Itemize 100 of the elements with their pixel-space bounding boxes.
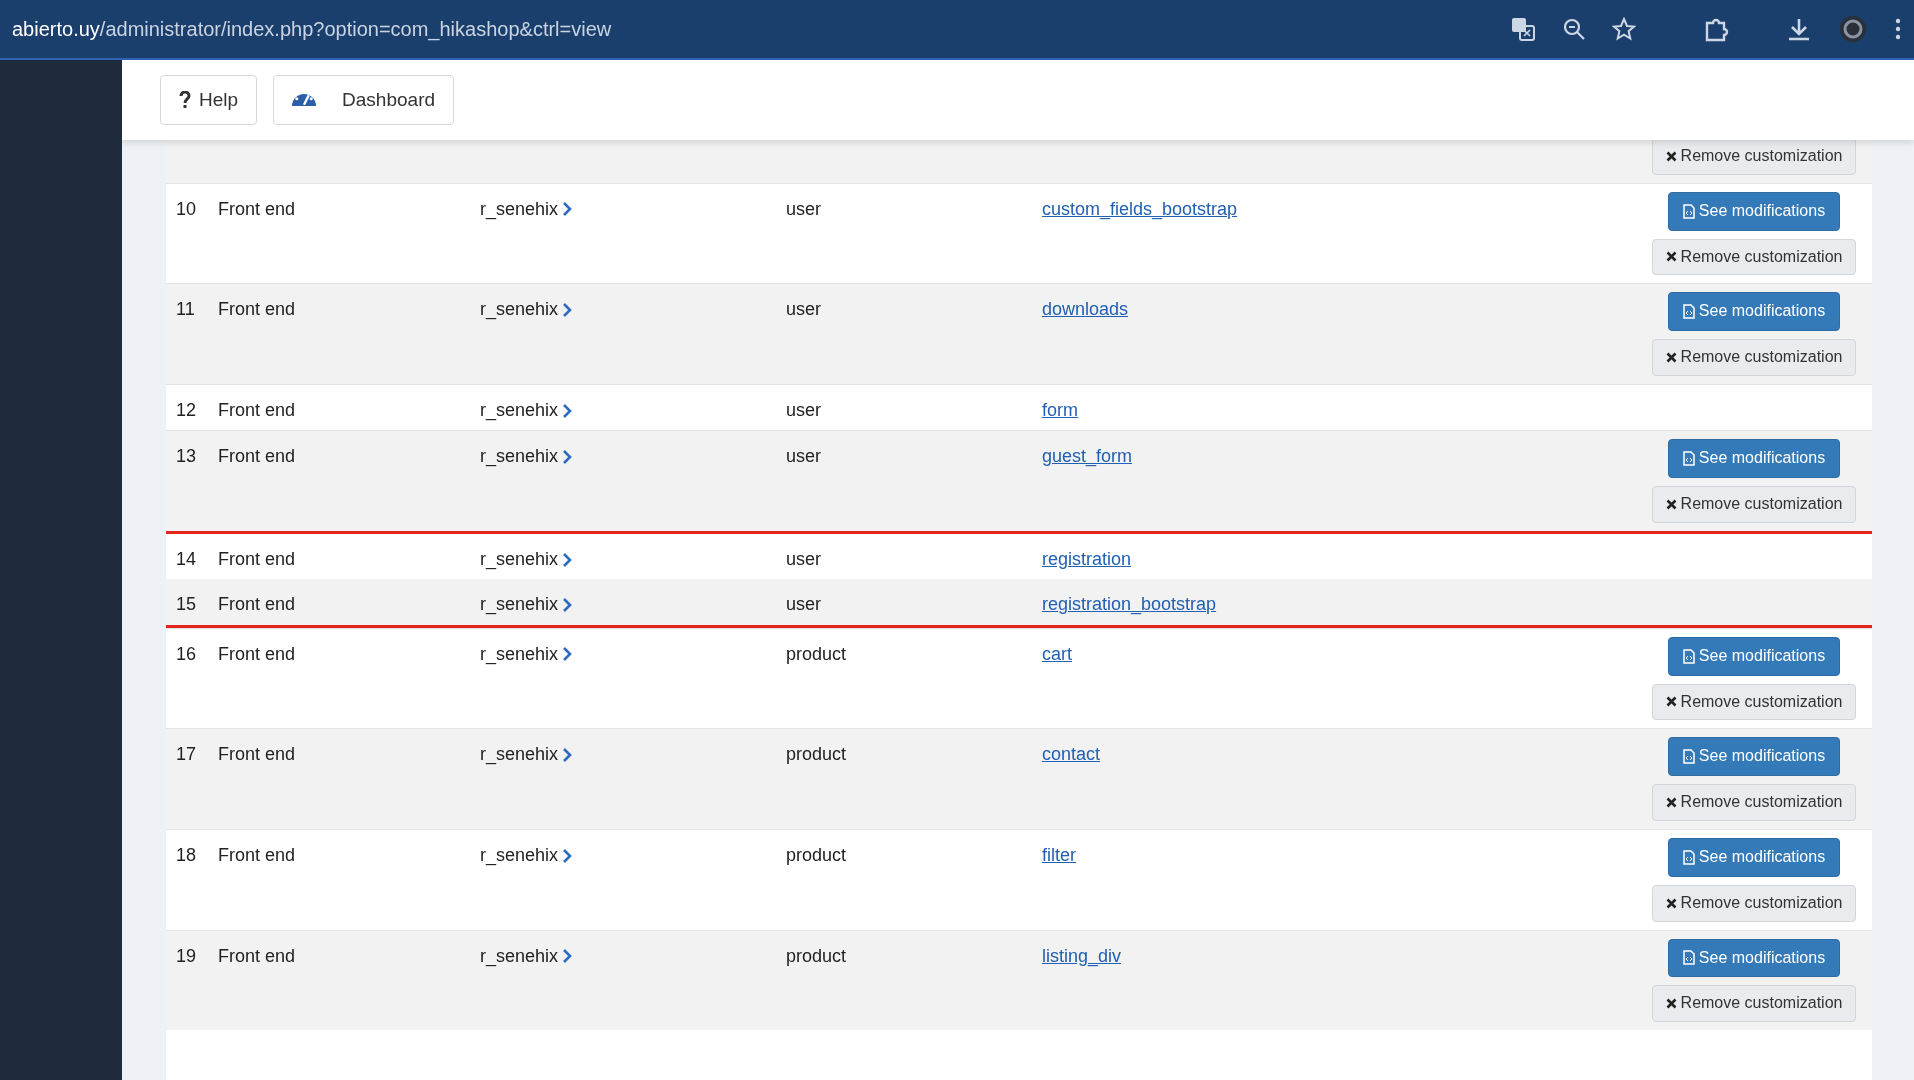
more-icon[interactable]: [1894, 17, 1902, 41]
chevron-right-icon[interactable]: [562, 747, 573, 764]
table-cell-text: Front end: [218, 944, 297, 968]
gauge-icon: [292, 94, 317, 106]
table-cell-text: product: [786, 843, 848, 867]
chevron-right-icon[interactable]: [562, 201, 573, 218]
table-cell-text: Front end: [218, 743, 297, 767]
row-number: 17: [175, 743, 198, 767]
file-link[interactable]: form: [1042, 400, 1078, 420]
table-cell: r_senehix: [480, 593, 559, 617]
chevron-right-icon[interactable]: [562, 646, 573, 663]
table-cell: r_senehix: [480, 944, 559, 968]
help-button[interactable]: Help: [160, 75, 258, 125]
see-modifications-button[interactable]: See modifications: [1667, 191, 1841, 231]
chevron-right-icon[interactable]: [562, 597, 573, 614]
close-icon: [1665, 998, 1677, 1010]
table-cell: r_senehix: [480, 197, 559, 222]
row-number: 11: [175, 298, 196, 322]
file-code-icon: [1682, 749, 1695, 765]
table-cell-text: Front end: [218, 593, 297, 617]
table-cell-text: user: [786, 445, 822, 469]
see-modifications-button[interactable]: See modifications: [1667, 292, 1841, 332]
file-link[interactable]: downloads: [1042, 299, 1129, 320]
question-mark-icon: [179, 91, 191, 109]
address-bar-url[interactable]: abierto.uy/administrator/index.php?option=com_hikashop&ctrl=view: [12, 14, 612, 44]
dashboard-button[interactable]: Dashboard: [273, 75, 455, 125]
see-modifications-button[interactable]: See modifications: [1667, 636, 1841, 676]
table-cell-text: Front end: [218, 843, 297, 867]
remove-customization-button[interactable]: Remove customization: [1651, 238, 1857, 276]
close-icon: [1665, 251, 1677, 263]
see-modifications-button[interactable]: See modifications: [1667, 439, 1841, 479]
chevron-right-icon[interactable]: [562, 402, 573, 419]
file-link[interactable]: custom_fields_bootstrap: [1042, 198, 1238, 219]
close-icon: [1665, 499, 1677, 511]
star-icon[interactable]: [1612, 17, 1636, 41]
table-cell-text: Front end: [218, 445, 297, 469]
remove-customization-button[interactable]: Remove customization: [1651, 486, 1857, 523]
row-number: 15: [175, 593, 198, 617]
file-code-icon: [1682, 950, 1695, 966]
table-cell-text: user: [786, 399, 822, 422]
file-code-icon: [1682, 451, 1695, 467]
table-cell-text: user: [786, 593, 822, 617]
close-icon: [1665, 150, 1677, 162]
table-cell-text: product: [786, 944, 848, 968]
file-code-icon: [1682, 849, 1695, 865]
table-cell: r_senehix: [480, 399, 559, 423]
zoom-icon[interactable]: [1562, 17, 1586, 41]
file-link[interactable]: cart: [1042, 643, 1072, 664]
table-cell-text: user: [786, 197, 822, 221]
table-cell-text: product: [786, 743, 848, 767]
remove-customization-button[interactable]: Remove customization: [1651, 985, 1857, 1023]
file-code-icon: [1682, 203, 1695, 219]
row-number: 14: [175, 547, 198, 571]
see-modifications-button[interactable]: See modifications: [1667, 737, 1841, 777]
row-number: 16: [175, 642, 198, 666]
chevron-right-icon[interactable]: [562, 948, 573, 965]
see-modifications-button[interactable]: See modifications: [1667, 837, 1841, 877]
row-number: 10: [175, 197, 198, 221]
translate-icon[interactable]: [1510, 16, 1536, 42]
chevron-right-icon[interactable]: [562, 551, 573, 568]
remove-customization-button[interactable]: Remove customization: [1651, 140, 1857, 175]
close-icon: [1665, 352, 1677, 364]
table-cell-text: product: [786, 642, 848, 666]
remove-customization-button[interactable]: Remove customization: [1651, 339, 1857, 376]
file-link[interactable]: listing_div: [1042, 945, 1122, 966]
table-cell-text: Front end: [218, 197, 297, 221]
table-cell-text: Front end: [218, 399, 297, 422]
table-cell-text: Front end: [218, 298, 297, 322]
table-cell: r_senehix: [480, 547, 559, 572]
file-code-icon: [1682, 648, 1695, 664]
chevron-right-icon[interactable]: [562, 847, 573, 864]
table-cell: r_senehix: [480, 298, 559, 322]
file-link[interactable]: filter: [1042, 844, 1076, 865]
table-cell-text: Front end: [218, 642, 297, 666]
table-cell: r_senehix: [480, 743, 559, 767]
row-number: 13: [175, 445, 198, 469]
remove-customization-button[interactable]: Remove customization: [1651, 683, 1857, 721]
table-cell-text: user: [786, 547, 822, 571]
chevron-right-icon[interactable]: [562, 302, 573, 319]
file-code-icon: [1682, 304, 1695, 320]
row-number: 18: [175, 843, 198, 867]
download-icon[interactable]: [1786, 16, 1812, 42]
row-number: 19: [175, 944, 198, 968]
close-icon: [1665, 897, 1677, 909]
file-link[interactable]: guest_form: [1042, 446, 1133, 467]
row-number: 12: [175, 399, 198, 422]
file-link[interactable]: contact: [1042, 744, 1101, 765]
close-icon: [1665, 696, 1677, 708]
table-cell-text: user: [786, 298, 822, 322]
table-cell-text: Front end: [218, 547, 297, 571]
file-link[interactable]: registration: [1042, 548, 1132, 569]
remove-customization-button[interactable]: Remove customization: [1651, 884, 1857, 922]
remove-customization-button[interactable]: Remove customization: [1651, 784, 1857, 821]
table-cell: r_senehix: [480, 843, 559, 868]
table-cell: r_senehix: [480, 445, 559, 469]
chevron-right-icon[interactable]: [562, 449, 573, 466]
table-cell: r_senehix: [480, 642, 559, 667]
see-modifications-button[interactable]: See modifications: [1667, 938, 1841, 978]
file-link[interactable]: registration_bootstrap: [1042, 594, 1217, 615]
profile-icon[interactable]: [1838, 14, 1868, 44]
